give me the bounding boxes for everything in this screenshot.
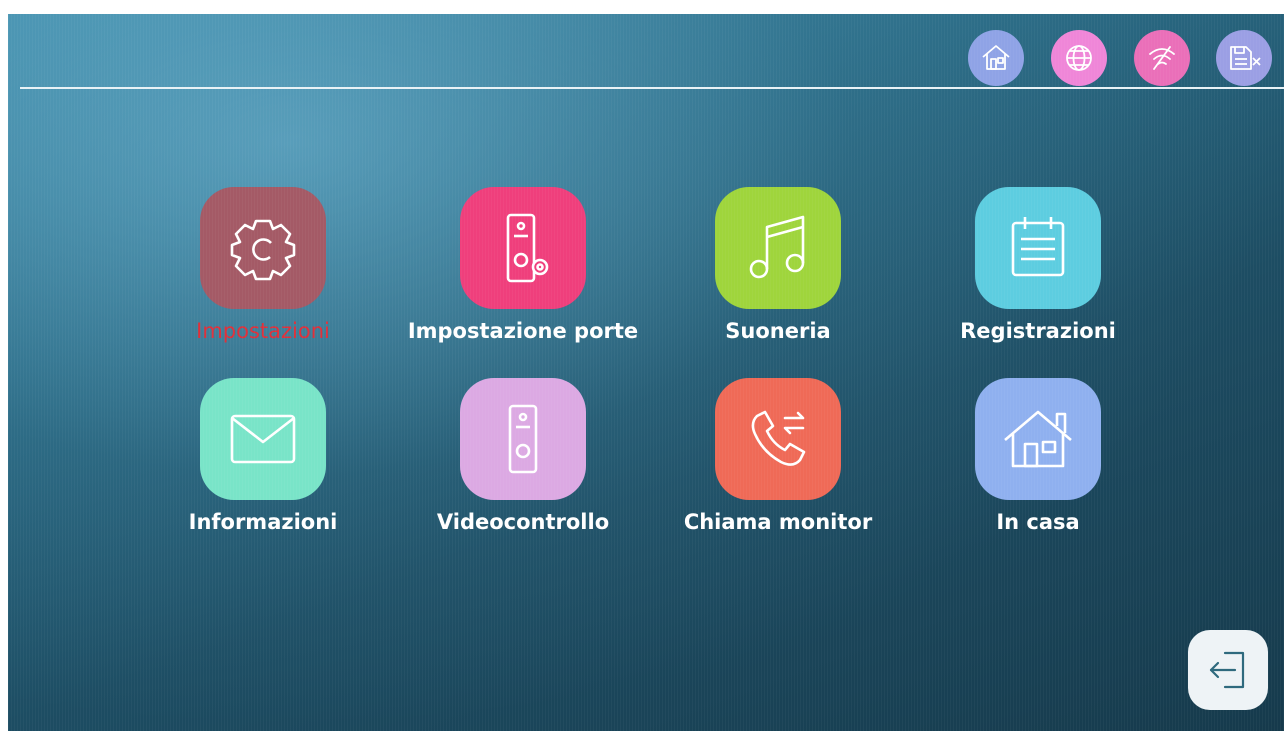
sd-card-off-icon[interactable]	[1216, 30, 1272, 86]
menu-tile-registrazioni[interactable]	[975, 187, 1101, 309]
house-icon	[1004, 410, 1072, 468]
door-station-settings-icon	[506, 213, 549, 283]
home-status-icon[interactable]	[968, 30, 1024, 86]
screen: Impostazioni Impostazione porte Suoneria…	[8, 14, 1284, 731]
menu-tile-suoneria[interactable]	[715, 187, 841, 309]
exit-arrow-icon	[1209, 651, 1245, 689]
back-button[interactable]	[1188, 630, 1268, 710]
menu-tile-in-casa[interactable]	[975, 378, 1101, 500]
calendar-list-icon	[1011, 217, 1065, 277]
menu-label-impostazione-porte: Impostazione porte	[407, 319, 639, 343]
menu-label-informazioni: Informazioni	[188, 510, 338, 534]
music-note-icon	[749, 215, 805, 279]
menu-tile-impostazione-porte[interactable]	[460, 187, 586, 309]
door-station-icon	[508, 404, 538, 474]
menu-tile-informazioni[interactable]	[200, 378, 326, 500]
menu-label-registrazioni: Registrazioni	[960, 319, 1116, 343]
menu-label-in-casa: In casa	[996, 510, 1080, 534]
globe-icon[interactable]	[1051, 30, 1107, 86]
phone-transfer-icon	[751, 410, 806, 466]
menu-label-videocontrollo: Videocontrollo	[436, 510, 610, 534]
menu-label-suoneria: Suoneria	[725, 319, 831, 343]
menu-tile-impostazioni[interactable]	[200, 187, 326, 309]
envelope-icon	[230, 414, 296, 464]
menu-label-chiama-monitor: Chiama monitor	[683, 510, 873, 534]
gear-icon	[230, 219, 296, 281]
menu-label-impostazioni: Impostazioni	[196, 319, 330, 343]
wifi-off-icon[interactable]	[1134, 30, 1190, 86]
menu-tile-videocontrollo[interactable]	[460, 378, 586, 500]
header-divider	[20, 87, 1284, 89]
menu-tile-chiama-monitor[interactable]	[715, 378, 841, 500]
